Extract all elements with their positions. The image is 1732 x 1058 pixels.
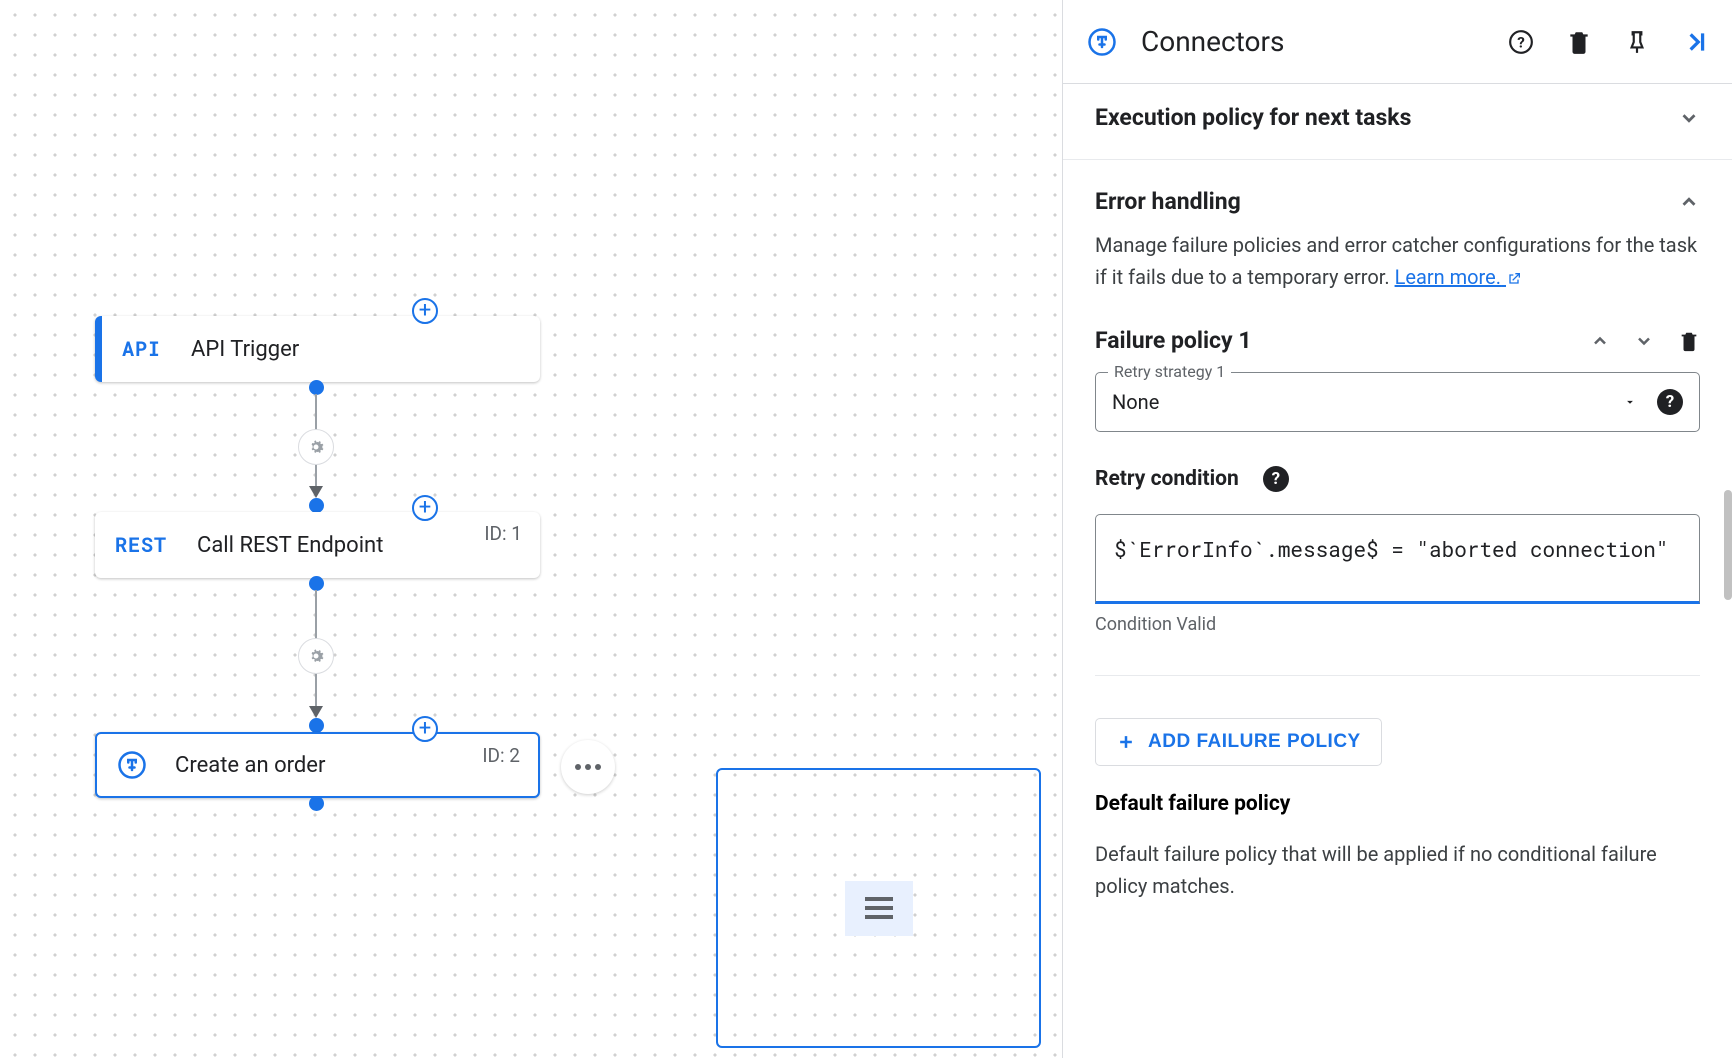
section-description: Manage failure policies and error catche… (1095, 229, 1700, 293)
gear-icon (306, 646, 326, 666)
port-in[interactable] (309, 718, 324, 733)
node-rest-endpoint[interactable]: REST Call REST Endpoint ID: 1 (95, 512, 540, 578)
delete-policy-icon[interactable] (1678, 330, 1700, 352)
default-failure-policy-title: Default failure policy (1095, 792, 1700, 816)
default-failure-policy-desc: Default failure policy that will be appl… (1095, 838, 1700, 902)
list-icon (865, 897, 893, 919)
learn-more-text: Learn more. (1395, 265, 1501, 289)
node-badge: API (122, 336, 161, 362)
node-id: ID: 2 (482, 744, 520, 767)
add-node-icon[interactable]: + (412, 495, 438, 521)
port-in[interactable] (309, 498, 324, 513)
move-up-icon[interactable] (1590, 331, 1610, 351)
connector-icon (117, 750, 147, 780)
svg-text:?: ? (1517, 33, 1525, 51)
help-tooltip-icon[interactable]: ? (1263, 466, 1289, 492)
chevron-up-icon (1678, 191, 1700, 213)
retry-condition-label: Retry condition (1095, 467, 1239, 491)
add-node-icon[interactable]: + (412, 716, 438, 742)
failure-policy-block: Failure policy 1 Retry strategy 1 None ? (1095, 327, 1700, 902)
details-panel: Connectors ? Execution policy for next t… (1062, 0, 1732, 1058)
retry-strategy-select[interactable]: Retry strategy 1 None ? (1095, 372, 1700, 432)
chevron-down-icon (1678, 107, 1700, 129)
section-title: Error handling (1095, 188, 1241, 215)
move-down-icon[interactable] (1634, 331, 1654, 351)
delete-icon[interactable] (1566, 29, 1592, 55)
gear-icon (306, 437, 326, 457)
learn-more-link[interactable]: Learn more. (1395, 265, 1522, 289)
section-error-handling: Error handling Manage failure policies a… (1063, 160, 1732, 930)
select-label: Retry strategy 1 (1108, 362, 1231, 381)
retry-condition-input[interactable]: $`ErrorInfo`.message$ = "aborted connect… (1095, 514, 1700, 604)
section-execution-policy: Execution policy for next tasks (1063, 84, 1732, 160)
arrowhead-icon (309, 486, 323, 498)
node-label: API Trigger (191, 337, 299, 362)
connector-icon (1087, 27, 1117, 57)
arrowhead-icon (309, 706, 323, 718)
empty-error-catcher-box[interactable] (716, 768, 1041, 1048)
node-badge: REST (115, 532, 167, 558)
edge-config-icon[interactable] (298, 429, 334, 465)
collapse-toggle[interactable]: Error handling (1095, 188, 1700, 215)
port-out[interactable] (309, 576, 324, 591)
condition-valid-hint: Condition Valid (1095, 614, 1700, 635)
failure-policy-title: Failure policy 1 (1095, 327, 1252, 354)
node-create-order[interactable]: Create an order ID: 2 (95, 732, 540, 798)
select-value: None (1112, 390, 1623, 414)
node-api-trigger[interactable]: API API Trigger (95, 316, 540, 382)
collapse-panel-icon[interactable] (1682, 29, 1708, 55)
node-id: ID: 1 (484, 522, 522, 545)
list-icon-box (845, 881, 913, 936)
scrollbar-thumb[interactable] (1724, 490, 1732, 600)
pin-icon[interactable] (1624, 29, 1650, 55)
plus-icon (1116, 732, 1136, 752)
node-label: Create an order (175, 753, 325, 778)
node-label: Call REST Endpoint (197, 533, 383, 558)
port-out[interactable] (309, 380, 324, 395)
workflow-canvas[interactable]: API API Trigger + REST Call REST Endpoin… (0, 0, 1062, 1058)
port-out[interactable] (309, 796, 324, 811)
edge-config-icon[interactable] (298, 638, 334, 674)
condition-text: $`ErrorInfo`.message$ = "aborted connect… (1114, 535, 1669, 563)
divider (1095, 675, 1700, 676)
external-link-icon (1506, 271, 1522, 287)
add-node-icon[interactable]: + (412, 298, 438, 324)
help-tooltip-icon[interactable]: ? (1657, 389, 1683, 415)
more-horiz-icon (574, 763, 602, 771)
collapse-toggle[interactable]: Execution policy for next tasks (1095, 104, 1700, 131)
help-icon[interactable]: ? (1508, 29, 1534, 55)
dropdown-arrow-icon (1623, 395, 1637, 409)
add-button-label: ADD FAILURE POLICY (1148, 731, 1361, 753)
add-failure-policy-button[interactable]: ADD FAILURE POLICY (1095, 718, 1382, 766)
more-actions-button[interactable] (561, 740, 615, 794)
panel-title: Connectors (1141, 25, 1484, 58)
panel-header: Connectors ? (1063, 0, 1732, 84)
section-title: Execution policy for next tasks (1095, 104, 1411, 131)
